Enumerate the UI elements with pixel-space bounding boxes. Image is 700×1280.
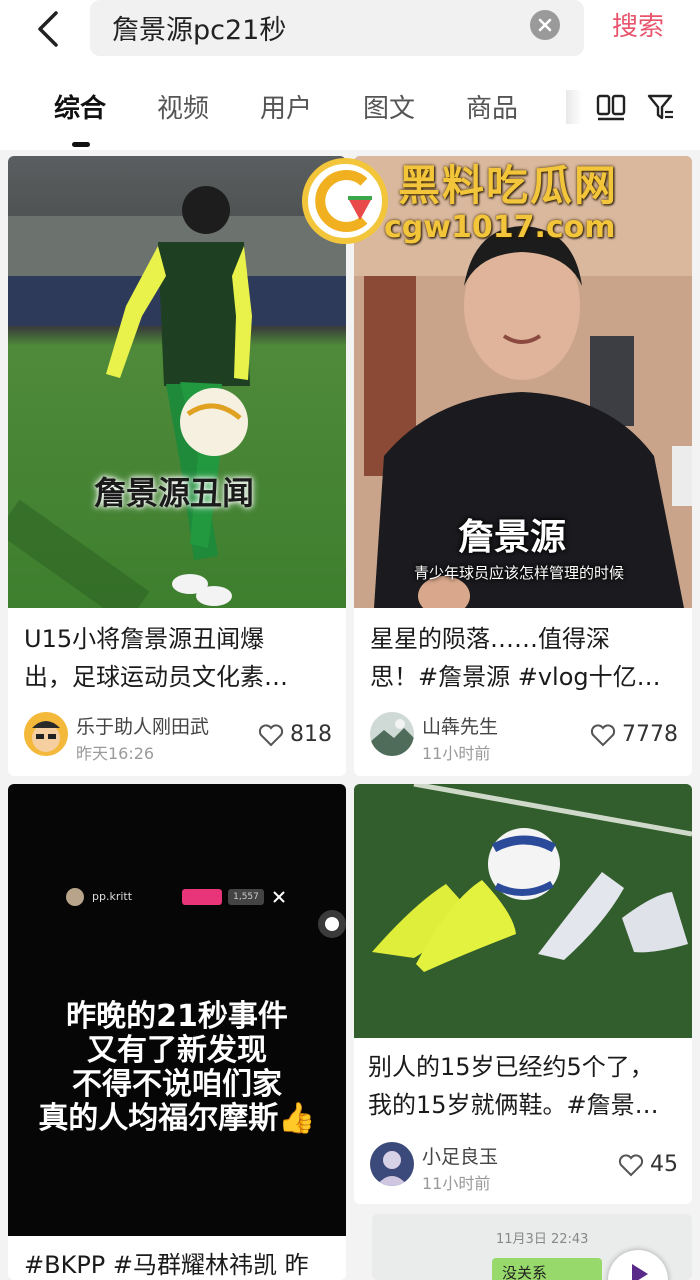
caption-line: 昨晚的21秒事件 bbox=[66, 999, 288, 1034]
search-query-text[interactable]: 詹景源pc21秒 bbox=[112, 8, 286, 47]
result-card[interactable]: 詹景源 青少年球员应该怎样管理的时候 星星的陨落……值得深 思！#詹景源 #vl… bbox=[354, 156, 692, 776]
post-time: 11小时前 bbox=[422, 744, 491, 763]
avatar[interactable] bbox=[370, 712, 414, 756]
thumbnail-caption: 詹景源丑闻 bbox=[94, 474, 255, 512]
landscape-avatar-icon bbox=[370, 712, 414, 756]
card-title-line: 思！#詹景源 #vlog十亿… bbox=[370, 663, 661, 691]
avatar bbox=[66, 888, 84, 906]
like-button[interactable]: 818 bbox=[258, 722, 332, 747]
avatar[interactable] bbox=[370, 1142, 414, 1186]
heart-icon bbox=[258, 723, 284, 746]
watermark-logo-icon bbox=[302, 158, 388, 244]
tab-video[interactable]: 视频 bbox=[157, 88, 209, 125]
card-title: 别人的15岁已经约5个了， 我的15岁就俩鞋。#詹景… bbox=[368, 1048, 680, 1124]
chat-text: 没关系 bbox=[502, 1264, 548, 1280]
viewer-count: 1,557 bbox=[228, 889, 264, 905]
figure-avatar-icon bbox=[370, 1142, 414, 1186]
card-title-line: 别人的15岁已经约5个了， bbox=[368, 1053, 654, 1081]
close-icon bbox=[273, 891, 285, 903]
watermark-domain: cgw1017.com bbox=[384, 210, 616, 245]
caption-line: 不得不说咱们家 bbox=[72, 1067, 282, 1102]
search-button[interactable]: 搜索 bbox=[612, 6, 664, 43]
filter-button[interactable] bbox=[646, 92, 676, 122]
card-title-line: 出，足球运动员文化素… bbox=[24, 663, 288, 691]
floating-record-button[interactable] bbox=[318, 910, 346, 938]
back-button[interactable] bbox=[22, 4, 72, 54]
thumbnail-caption: 昨晚的21秒事件 又有了新发现 不得不说咱们家 真的人均福尔摩斯👍 bbox=[8, 1000, 346, 1136]
layout-toggle-button[interactable] bbox=[596, 92, 626, 122]
card-title-line: 星星的陨落……值得深 bbox=[370, 625, 610, 653]
double-column-icon bbox=[596, 94, 626, 121]
clear-search-button[interactable] bbox=[530, 10, 560, 40]
tab-all[interactable]: 综合 bbox=[54, 88, 106, 125]
live-badge bbox=[182, 889, 222, 905]
heart-icon bbox=[590, 723, 616, 746]
tab-overflow-fade bbox=[566, 90, 582, 124]
author-name[interactable]: 山犇先生 bbox=[422, 712, 498, 739]
like-button[interactable]: 7778 bbox=[590, 722, 678, 747]
like-count: 7778 bbox=[622, 722, 678, 747]
caption-line: 又有了新发现 bbox=[87, 1033, 267, 1068]
filter-icon bbox=[647, 94, 673, 120]
watermark-name: 黑料吃瓜网 bbox=[398, 161, 619, 210]
chat-timestamp: 11月3日 22:43 bbox=[496, 1232, 589, 1247]
result-card[interactable]: pp.kritt 1,557 昨晚的21秒事件 又有了新发现 不得不说咱们家 真… bbox=[8, 784, 346, 1280]
football-player-thumbnail bbox=[8, 156, 346, 608]
avatar[interactable] bbox=[24, 712, 68, 756]
chevron-left-icon bbox=[38, 11, 58, 47]
active-tab-indicator bbox=[72, 142, 90, 147]
result-card[interactable]: 11月3日 22:43 没关系 bbox=[372, 1214, 692, 1280]
author-name[interactable]: 乐于助人刚田武 bbox=[76, 712, 209, 739]
thumbnail-subcaption: 青少年球员应该怎样管理的时候 bbox=[414, 564, 625, 582]
cartoon-avatar-icon bbox=[24, 712, 68, 756]
card-title: #BKPP #马群耀林祎凯 昨 bbox=[24, 1246, 334, 1280]
like-button[interactable]: 45 bbox=[618, 1152, 678, 1177]
card-title: 星星的陨落……值得深 思！#詹景源 #vlog十亿… bbox=[370, 620, 680, 696]
card-title-line: 我的15岁就俩鞋。#詹景… bbox=[368, 1091, 659, 1119]
result-card[interactable]: 别人的15岁已经约5个了， 我的15岁就俩鞋。#詹景… 小足良玉 11小时前 4… bbox=[354, 784, 692, 1204]
card-title-line: U15小将詹景源丑闻爆 bbox=[24, 625, 265, 653]
card-title: U15小将詹景源丑闻爆 出，足球运动员文化素… bbox=[24, 620, 334, 696]
post-time: 昨天16:26 bbox=[76, 744, 155, 763]
like-count: 818 bbox=[290, 722, 332, 747]
close-icon bbox=[538, 18, 552, 32]
tab-image-text[interactable]: 图文 bbox=[363, 88, 415, 125]
stream-username: pp.kritt bbox=[92, 890, 133, 903]
heart-icon bbox=[618, 1153, 644, 1176]
caption-line: 真的人均福尔摩斯👍 bbox=[38, 1101, 316, 1136]
tab-products[interactable]: 商品 bbox=[466, 88, 518, 125]
thumbnail-caption: 詹景源 bbox=[458, 517, 567, 558]
card-title-line: #BKPP #马群耀林祎凯 昨 bbox=[24, 1251, 309, 1279]
result-card[interactable]: 詹景源丑闻 U15小将詹景源丑闻爆 出，足球运动员文化素… 乐于助人刚田武 昨天… bbox=[8, 156, 346, 776]
post-time: 11小时前 bbox=[422, 1174, 491, 1193]
play-icon bbox=[632, 1264, 648, 1280]
like-count: 45 bbox=[650, 1152, 678, 1177]
author-name[interactable]: 小足良玉 bbox=[422, 1142, 498, 1169]
tab-users[interactable]: 用户 bbox=[260, 88, 312, 125]
football-shoes-thumbnail bbox=[354, 784, 692, 1038]
floating-action-button[interactable] bbox=[608, 1250, 668, 1280]
chat-bubble: 没关系 bbox=[492, 1258, 602, 1280]
